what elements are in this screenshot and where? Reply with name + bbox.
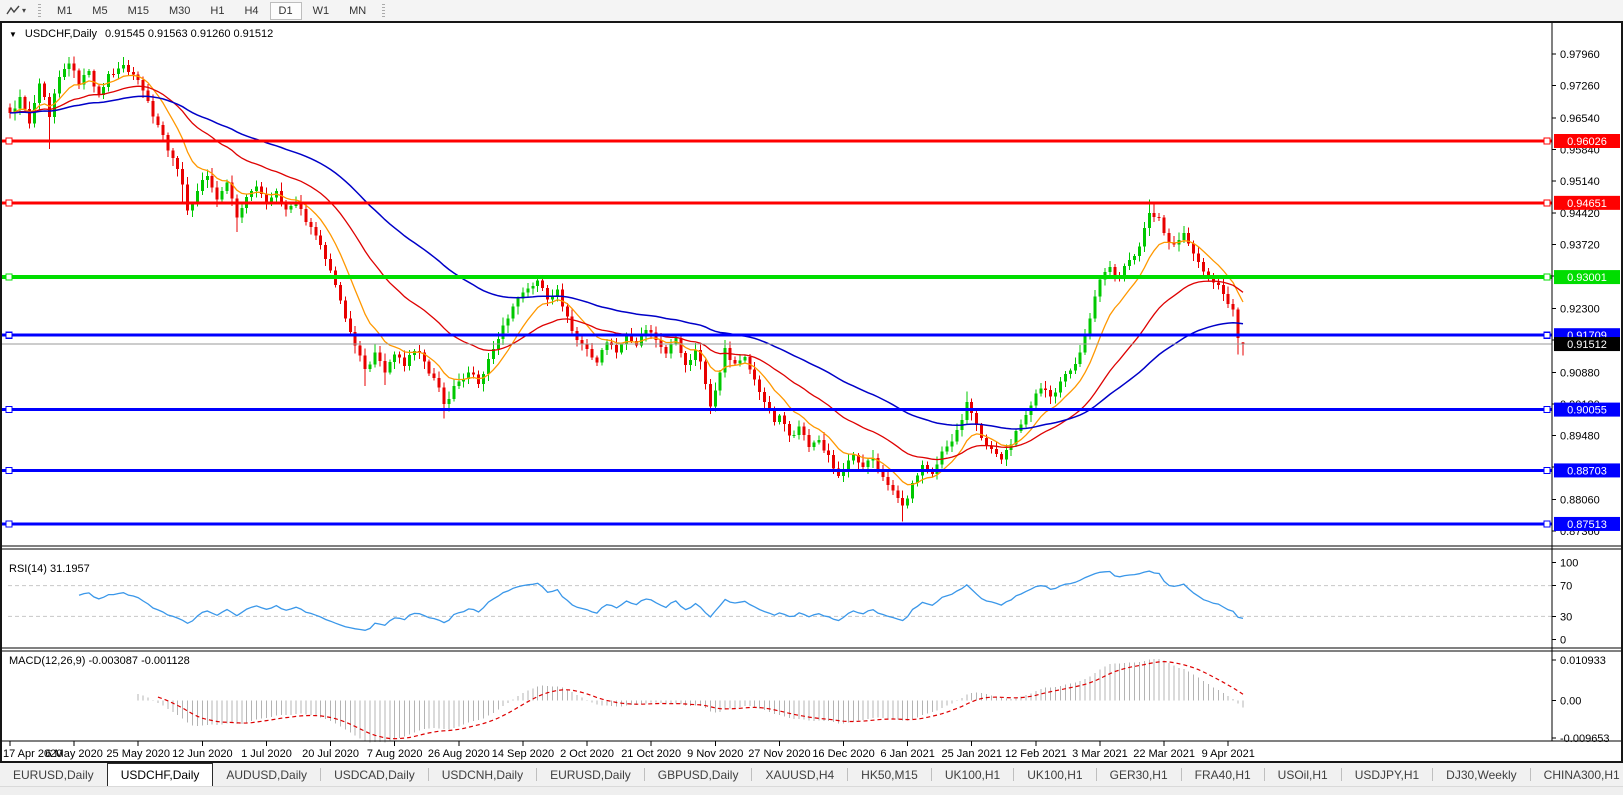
toolbar-drag-handle[interactable] xyxy=(382,4,386,17)
timeframe-button-d1[interactable]: D1 xyxy=(269,1,302,20)
chart-tab-ger30-h1[interactable]: GER30,H1 xyxy=(1097,763,1181,786)
chart-tab-fra40-h1[interactable]: FRA40,H1 xyxy=(1182,763,1264,786)
chart-tab-china300-h1[interactable]: CHINA300,H1 xyxy=(1531,763,1623,786)
timeframe-button-mn[interactable]: MN xyxy=(340,2,375,20)
chart-tab-eurusd-daily[interactable]: EURUSD,Daily xyxy=(537,763,644,786)
price-scale[interactable] xyxy=(1552,23,1621,741)
dropdown-caret-icon: ▾ xyxy=(22,6,27,15)
chart-tab-hk50-m15[interactable]: HK50,M15 xyxy=(848,763,931,786)
timeframe-button-m1[interactable]: M1 xyxy=(48,2,81,20)
chart-tabs: EURUSD,Daily USDCHF,Daily AUDUSD,Daily USDC… xyxy=(0,763,1623,786)
time-scale[interactable] xyxy=(2,741,1621,761)
chart-tab-usdcnh-daily[interactable]: USDCNH,Daily xyxy=(429,763,536,786)
timeframe-button-w1[interactable]: W1 xyxy=(304,2,339,20)
rsi-label: RSI(14) 31.1957 xyxy=(9,563,90,575)
timeframe-button-h4[interactable]: H4 xyxy=(235,2,267,20)
rsi-plot-area[interactable] xyxy=(2,550,1552,644)
chart-tab-bar: EURUSD,Daily USDCHF,Daily AUDUSD,Daily USDC… xyxy=(0,763,1623,786)
toolbar-drag-handle[interactable] xyxy=(38,4,42,17)
timeframe-button-m15[interactable]: M15 xyxy=(119,2,158,20)
zigzag-icon xyxy=(6,5,20,14)
chart-tab-audusd-daily[interactable]: AUDUSD,Daily xyxy=(213,763,320,786)
chart-tab-uk100-h1[interactable]: UK100,H1 xyxy=(932,763,1013,786)
window-menu-icon[interactable]: ▼ xyxy=(9,30,17,39)
chart-window: 0.979600.972600.965400.958400.951400.944… xyxy=(0,21,1623,763)
chart-tab-xauusd-h4[interactable]: XAUUSD,H4 xyxy=(752,763,847,786)
macd-plot-area[interactable] xyxy=(2,652,1552,741)
timeframe-toolbar: ▾ M1 M5 M15 M30 H1 H4 D1 W1 MN xyxy=(0,0,1623,22)
macd-label: MACD(12,26,9) -0.003087 -0.001128 xyxy=(9,655,190,667)
chart-tab-uk100-h1[interactable]: UK100,H1 xyxy=(1014,763,1095,786)
chart-tab-dj30-weekly[interactable]: DJ30,Weekly xyxy=(1433,763,1529,786)
chart-tab-usdchf-daily[interactable]: USDCHF,Daily xyxy=(106,763,214,786)
timeframe-button-m30[interactable]: M30 xyxy=(160,2,199,20)
chart-tab-gbpusd-daily[interactable]: GBPUSD,Daily xyxy=(645,763,752,786)
timeframe-button-m5[interactable]: M5 xyxy=(83,2,116,20)
chart-ohlc-values: 0.91545 0.91563 0.91260 0.91512 xyxy=(105,28,274,40)
chart-tool-icon[interactable]: ▾ xyxy=(0,0,32,21)
timeframe-button-h1[interactable]: H1 xyxy=(201,2,233,20)
chart-symbol-label: USDCHF,Daily xyxy=(24,28,98,40)
timeframe-buttons: M1 M5 M15 M30 H1 H4 D1 W1 MN xyxy=(47,1,376,20)
chart-tab-eurusd-daily[interactable]: EURUSD,Daily xyxy=(0,763,107,786)
chart-tab-usoil-h1[interactable]: USOil,H1 xyxy=(1265,763,1341,786)
chart-canvas[interactable]: 0.979600.972600.965400.958400.951400.944… xyxy=(2,23,1621,761)
chart-title: ▼ USDCHF,Daily 0.91545 0.91563 0.91260 0… xyxy=(9,28,273,40)
chart-tab-usdcad-daily[interactable]: USDCAD,Daily xyxy=(321,763,428,786)
main-plot-area[interactable] xyxy=(2,23,1552,546)
chart-tab-usdjpy-h1[interactable]: USDJPY,H1 xyxy=(1342,763,1432,786)
